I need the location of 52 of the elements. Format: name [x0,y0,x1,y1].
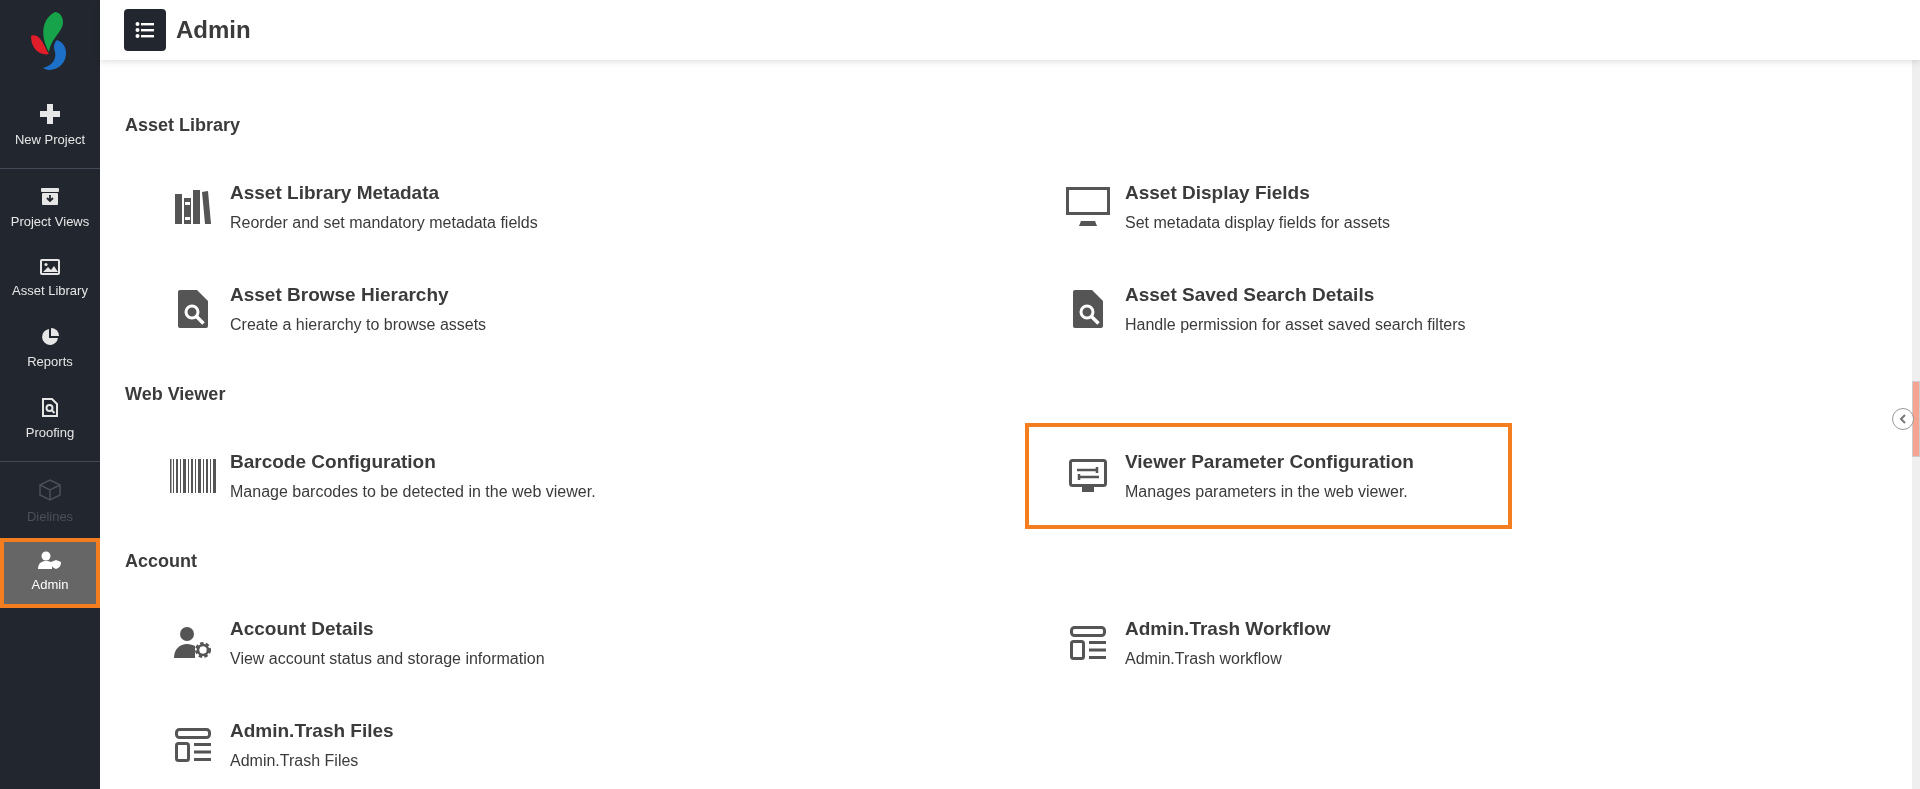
layout-icon [175,728,211,762]
option-description: Set metadata display fields for assets [1125,213,1391,234]
list-icon [135,21,155,39]
plus-icon [40,104,60,125]
pie-chart-icon [41,328,59,347]
option-title: Admin.Trash Files [230,718,394,743]
sidebar-item[interactable]: Asset Library [0,245,100,315]
admin-option[interactable]: Barcode Configuration Manage barcodes to be detected in the web viewer. [130,423,617,529]
chevron-left-icon [1899,414,1907,424]
box-icon [39,479,61,502]
image-icon [40,259,60,276]
collapse-button[interactable] [1892,408,1914,430]
admin-option[interactable]: Viewer Parameter Configuration Manages parameters in the web viewer. [1025,423,1512,529]
sidebar-item[interactable]: New Project [0,92,100,162]
layout-icon [1070,626,1106,660]
archive-icon [41,188,59,207]
option-title: Account Details [230,616,375,641]
scrollbar-thumb[interactable] [1912,381,1920,457]
file-search-icon [178,290,208,328]
file-search-icon [42,397,58,417]
section-heading: Asset Library [125,113,241,137]
monitor-icon [1066,187,1110,227]
user-gear-icon [173,626,213,660]
option-title: Asset Saved Search Details [1125,282,1376,307]
section-heading: Web Viewer [125,382,226,406]
option-title: Asset Browse Hierarchy [230,282,450,307]
admin-option[interactable]: Admin.Trash Workflow Admin.Trash workflow [1025,590,1512,696]
books-icon [175,190,211,224]
file-search-icon [1073,290,1103,328]
barcode-icon [170,459,216,493]
option-title: Asset Display Fields [1125,180,1311,205]
option-description: Handle permission for asset saved search filters [1125,315,1466,336]
option-description: Manage barcodes to be detected in the web viewer. [230,482,596,503]
option-title: Barcode Configuration [230,449,437,474]
option-title: Asset Library Metadata [230,180,441,205]
menu-button[interactable] [124,9,166,51]
sidebar-item[interactable]: Reports [0,315,100,385]
monitor-sliders-icon [1069,459,1107,493]
option-title: Viewer Parameter Configuration [1125,449,1414,474]
option-description: Reorder and set mandatory metadata fields [230,213,538,234]
option-description: Admin.Trash workflow [1125,649,1283,670]
section-heading: Account [125,549,197,573]
option-description: Create a hierarchy to browse assets [230,315,487,336]
option-title: Admin.Trash Workflow [1125,616,1331,641]
option-description: Admin.Trash Files [230,751,360,772]
user-shield-icon [38,551,62,570]
option-description: Manages parameters in the web viewer. [1125,482,1409,503]
sidebar-item[interactable]: Proofing [0,385,100,455]
sidebar-item[interactable]: Project Views [0,175,100,245]
sidebar-item[interactable]: Admin [0,538,100,608]
option-description: View account status and storage information [230,649,545,670]
page-title: Admin [176,15,251,45]
